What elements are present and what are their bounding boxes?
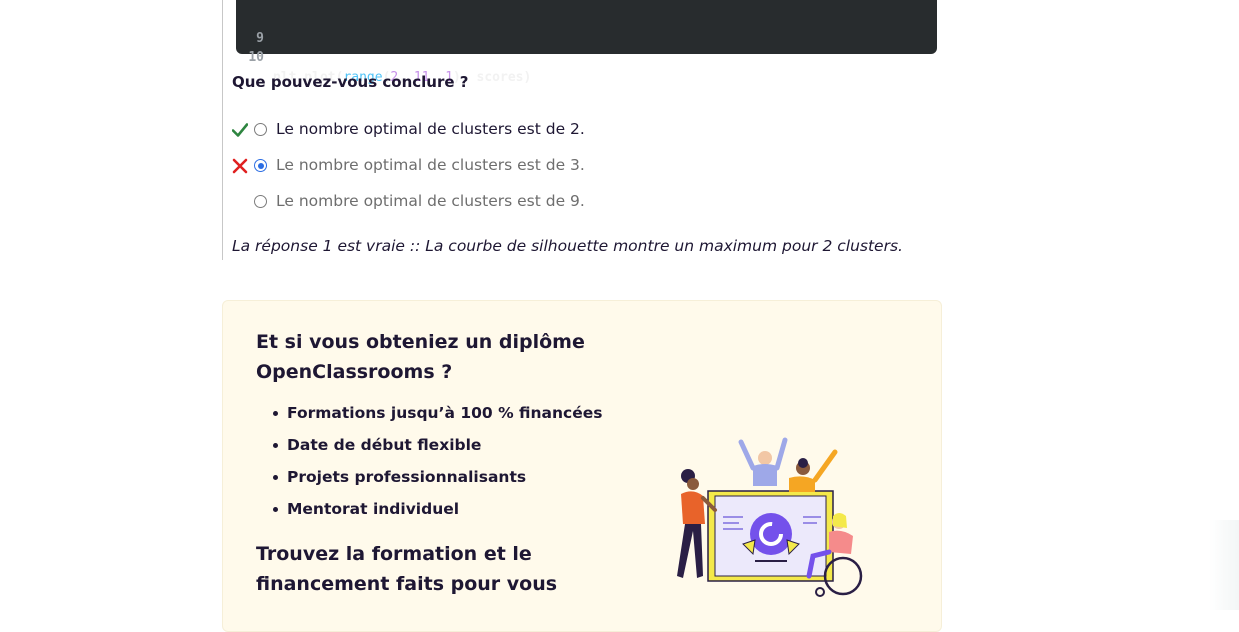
cross-icon — [232, 157, 248, 175]
code-line-9: 9 — [236, 9, 267, 46]
list-item: Formations jusqu’à 100 % financées — [273, 397, 602, 429]
promo-cta-heading: Trouvez la formation et le financement f… — [256, 543, 558, 595]
promo-title: Et si vous obteniez un diplôme OpenClass… — [256, 331, 585, 383]
quiz-option-1[interactable]: Le nombre optimal de clusters est de 2. — [231, 118, 832, 142]
quiz-option-3[interactable]: Le nombre optimal de clusters est de 9. — [232, 190, 832, 214]
option-label: Le nombre optimal de clusters est de 9. — [276, 192, 585, 210]
option-label: Le nombre optimal de clusters est de 3. — [276, 156, 585, 174]
list-item: Projets professionnalisants — [273, 461, 602, 493]
line-number: 10 — [248, 50, 264, 65]
quiz-left-rule — [222, 0, 223, 260]
code-line-10: 10 plt.plot(range(2, 11, 1), scores) — [236, 28, 531, 85]
list-item: Mentorat individuel — [273, 493, 602, 525]
quiz-question: Que pouvez-vous conclure ? — [232, 73, 469, 91]
radio-button[interactable] — [254, 123, 267, 136]
promo-card: Et si vous obteniez un diplôme OpenClass… — [222, 300, 942, 632]
radio-button[interactable] — [254, 195, 267, 208]
code-block: 9 10 plt.plot(range(2, 11, 1), scores) — [236, 0, 937, 85]
answer-explanation: La réponse 1 est vraie :: La courbe de s… — [232, 237, 903, 255]
promo-benefits-list: Formations jusqu’à 100 % financées Date … — [273, 397, 602, 525]
edge-shadow — [1209, 520, 1239, 610]
quiz-option-2[interactable]: Le nombre optimal de clusters est de 3. — [232, 154, 832, 178]
option-label: Le nombre optimal de clusters est de 2. — [276, 120, 585, 138]
radio-button-selected[interactable] — [254, 159, 267, 172]
list-item: Date de début flexible — [273, 429, 602, 461]
check-icon — [231, 121, 249, 139]
celebrating-graduates-illustration — [663, 436, 883, 601]
